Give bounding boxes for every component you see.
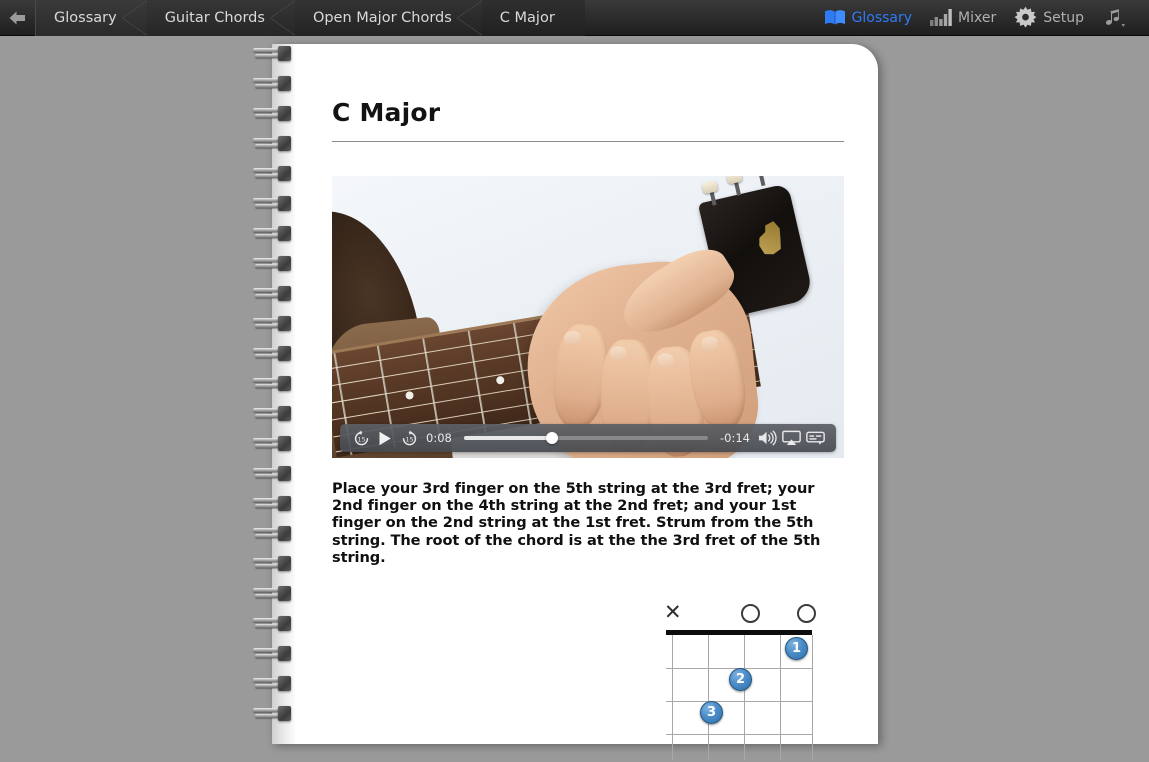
title-divider [332,141,844,142]
open-string-marker-5 [797,604,816,624]
chord-string-6 [672,635,673,762]
skip-back-15-icon[interactable]: 15 [349,427,373,449]
chord-string-3 [780,635,781,762]
progress-fill [463,436,552,440]
finger-dot-1: 1 [785,637,808,661]
binding-ring [250,286,295,303]
binding-ring [250,406,295,423]
binding-ring [250,586,295,603]
chord-nut [666,630,812,636]
toolbar-right-group: Glossary Mixer Setup [815,0,1149,35]
open-string-marker-3 [741,604,760,624]
chord-diagram: ✕ 1 2 3 [486,600,816,762]
breadcrumb-item-glossary[interactable]: Glossary [36,0,148,36]
gear-icon [1014,6,1037,29]
book-icon [824,9,846,26]
binding-ring [250,556,295,573]
binding-ring [250,106,295,123]
chord-string-4 [744,635,745,762]
progress-track[interactable] [463,432,709,444]
binding-ring [250,136,295,153]
binding-ring [250,496,295,513]
back-arrow-icon[interactable] [0,0,36,36]
breadcrumb-label: Guitar Chords [164,10,265,26]
breadcrumb: Glossary Guitar Chords Open Major Chords… [0,0,585,36]
finger-dot-2: 2 [729,668,752,692]
headstock-logo [755,219,791,260]
chord-fret-3 [666,734,812,736]
svg-text:15: 15 [357,436,365,443]
binding-ring [250,376,295,393]
breadcrumb-label: C Major [499,10,555,26]
video-controls: 15 15 0:08 -0:14 [340,424,836,452]
breadcrumb-item-c-major[interactable]: C Major [481,0,585,36]
binding-ring [250,256,295,273]
breadcrumb-label: Open Major Chords [312,10,452,26]
binding-ring [250,46,295,63]
elapsed-time: 0:08 [426,431,452,445]
binding-ring [250,616,295,633]
toolbar-button-music-note[interactable] [1093,0,1141,36]
binding-ring [250,436,295,453]
binding-ring [250,466,295,483]
airplay-icon[interactable] [779,427,803,449]
instruction-text: Place your 3rd finger on the 5th string … [332,480,821,566]
toolbar-button-setup[interactable]: Setup [1005,0,1093,36]
binding-ring [250,166,295,183]
page-title: C Major [332,98,441,127]
chord-fret-2 [666,701,812,703]
muted-string-marker-6: ✕ [664,600,682,625]
play-icon[interactable] [373,427,397,449]
video-player[interactable]: 15 15 0:08 -0:14 [332,176,844,458]
binding-ring [250,316,295,333]
video-frame-image [332,176,844,458]
progress-playhead[interactable] [545,432,558,444]
binding-ring [250,346,295,363]
binding-ring [250,646,295,663]
binding-ring [250,226,295,243]
toolbar-label-glossary: Glossary [851,9,913,26]
toolbar-label-mixer: Mixer [958,9,997,26]
mixer-icon [930,9,952,26]
finger-dot-3: 3 [700,701,723,725]
toolbar-button-mixer[interactable]: Mixer [921,0,1005,36]
subtitles-icon[interactable] [803,427,827,449]
chord-string-2 [812,635,813,762]
breadcrumb-item-open-major-chords[interactable]: Open Major Chords [294,0,483,36]
breadcrumb-label: Glossary [54,10,117,26]
binding-ring [250,196,295,213]
breadcrumb-item-guitar-chords[interactable]: Guitar Chords [146,0,297,36]
binding-ring [250,676,295,693]
page-content: C Major 15 15 0:08 -0:14 Place your 3rd … [332,44,844,762]
spiral-binding [250,46,295,721]
top-toolbar: Glossary Guitar Chords Open Major Chords… [0,0,1149,36]
music-note-icon [1102,8,1126,28]
skip-forward-15-icon[interactable]: 15 [397,427,421,449]
binding-ring [250,706,295,723]
toolbar-button-glossary[interactable]: Glossary [815,0,922,36]
binding-ring [250,76,295,93]
svg-text:15: 15 [405,436,413,443]
chord-string-5 [708,635,709,762]
binding-ring [250,526,295,543]
toolbar-label-setup: Setup [1043,9,1084,26]
volume-icon[interactable] [755,427,779,449]
remaining-time: -0:14 [720,431,750,445]
